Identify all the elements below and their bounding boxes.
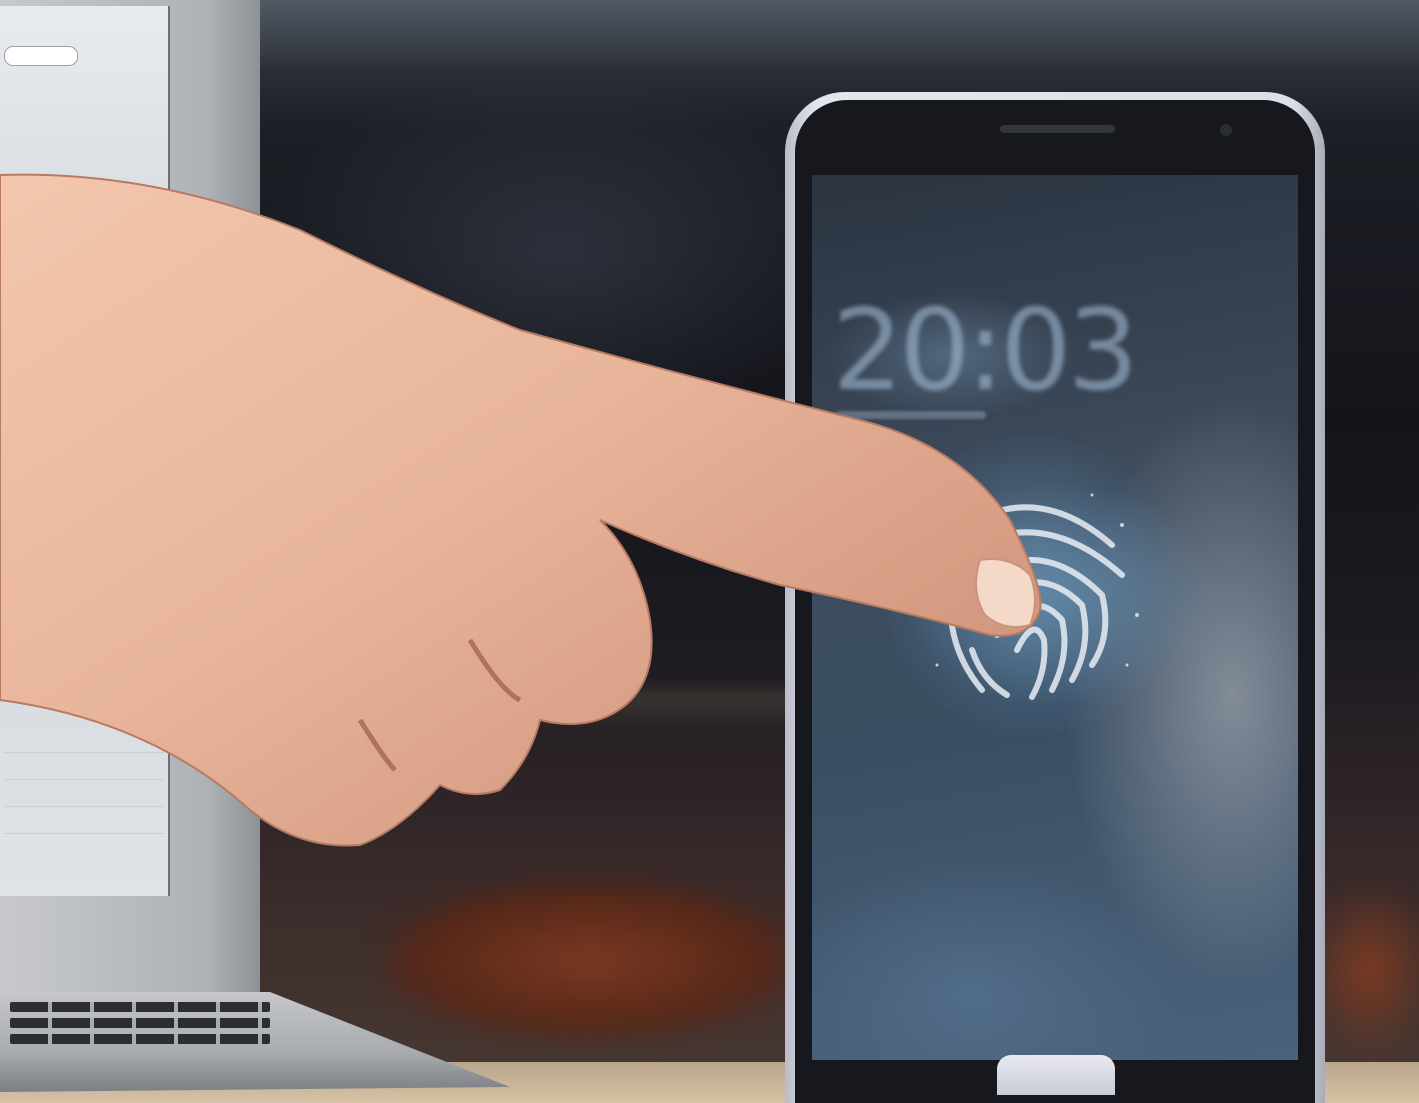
photo-scene: 20:03 bbox=[0, 0, 1419, 1103]
hand-pointing bbox=[0, 173, 1042, 847]
